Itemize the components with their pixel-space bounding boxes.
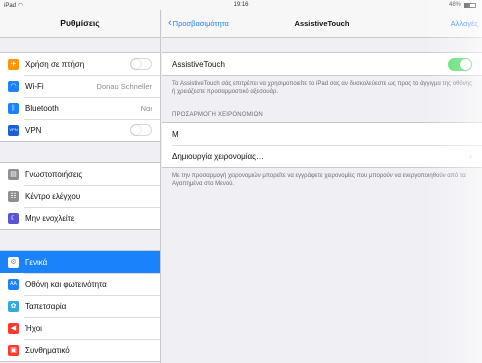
sidebar-group-connectivity: ✈ Χρήση σε πτήση ◠ Wi-Fi Donau Schneller… [0, 52, 160, 142]
create-gesture-row[interactable]: Δημιουργία χειρονομίας… › [162, 145, 482, 167]
assistivetouch-label: AssistiveTouch [172, 59, 225, 69]
bluetooth-icon: ᛒ [8, 102, 19, 114]
custom-gestures-description: Με την προσαρμογή χειρονομιών μπορείτε ν… [172, 173, 466, 187]
sidebar-item-label: Μην ενοχλείτε [25, 213, 75, 223]
notifications-icon: ▤ [8, 168, 19, 180]
settings-sidebar: Ρυθμίσεις ✈ Χρήση σε πτήση ◠ Wi-Fi Donau… [0, 10, 161, 363]
lock-icon: ▣ [8, 344, 19, 356]
status-right: 48% [449, 2, 476, 8]
sidebar-item-wifi[interactable]: ◠ Wi-Fi Donau Schneller [0, 75, 160, 97]
assistivetouch-row: AssistiveTouch [162, 53, 482, 75]
airplane-icon: ✈ [8, 58, 19, 70]
sidebar-item-label: Οθόνη και φωτεινότητα [25, 279, 107, 289]
sidebar-item-notifications[interactable]: ▤ Γνωστοποιήσεις [0, 163, 160, 185]
sidebar-item-label: Γνωστοποιήσεις [25, 169, 83, 179]
page-title: AssistiveTouch [294, 19, 350, 28]
sidebar-item-label: VPN [25, 125, 42, 135]
control-center-icon: ☷ [8, 190, 19, 202]
display-icon: AA [8, 278, 19, 290]
sidebar-item-passcode[interactable]: ▣ Συνθηματικό [0, 339, 160, 361]
moon-icon: ☾ [8, 212, 19, 224]
custom-gestures-group: M Δημιουργία χειρονομίας… › [162, 122, 482, 168]
changes-button[interactable]: Αλλαγές [451, 19, 478, 28]
sidebar-item-label: Συνθηματικό [25, 345, 70, 355]
sidebar-item-control-center[interactable]: ☷ Κέντρο ελέγχου [0, 185, 160, 207]
sidebar-group-notifications: ▤ Γνωστοποιήσεις ☷ Κέντρο ελέγχου ☾ Μην … [0, 162, 160, 230]
sidebar-item-general[interactable]: ⚙ Γενικά [0, 251, 160, 273]
vpn-icon: VPN [8, 124, 19, 136]
sidebar-item-vpn[interactable]: VPN VPN [0, 119, 160, 141]
wifi-network-value: Donau Schneller [96, 81, 152, 91]
wallpaper-icon: ✿ [8, 300, 19, 312]
sidebar-item-airplane-mode[interactable]: ✈ Χρήση σε πτήση [0, 53, 160, 75]
navigation-bar: ‹ Προσβασιμότητα AssistiveTouch Αλλαγές [162, 10, 482, 38]
sidebar-group-general: ⚙ Γενικά AA Οθόνη και φωτεινότητα ✿ Ταπε… [0, 250, 160, 362]
chevron-right-icon: › [469, 151, 472, 161]
ipad-screen: iPad ◠ 19:16 48% Ρυθμίσεις ✈ Χρήση σε πτ… [0, 0, 482, 363]
assistivetouch-group: AssistiveTouch [162, 52, 482, 76]
assistivetouch-description: Το AssistiveTouch σάς επιτρέπει να χρησι… [172, 81, 472, 95]
bluetooth-value: Ναι [140, 103, 152, 113]
sidebar-item-wallpaper[interactable]: ✿ Ταπετσαρία [0, 295, 160, 317]
sidebar-item-label: Κέντρο ελέγχου [25, 191, 81, 201]
gesture-name: M [172, 129, 179, 139]
sidebar-item-label: Ήχοι [25, 323, 42, 333]
status-bar: iPad ◠ 19:16 48% [0, 0, 482, 10]
battery-percent: 48% [448, 2, 461, 8]
status-time: 19:16 [233, 2, 249, 8]
assistivetouch-toggle[interactable] [448, 57, 472, 71]
sidebar-item-do-not-disturb[interactable]: ☾ Μην ενοχλείτε [0, 207, 160, 229]
gesture-row[interactable]: M [162, 123, 482, 145]
battery-icon [464, 2, 476, 8]
sidebar-item-label: Wi-Fi [25, 81, 44, 91]
sidebar-item-label: Χρήση σε πτήση [25, 59, 85, 69]
sidebar-item-label: Ταπετσαρία [25, 301, 67, 311]
sidebar-item-sounds[interactable]: ◀ Ήχοι [0, 317, 160, 339]
wifi-icon: ◠ [8, 80, 19, 92]
sidebar-item-label: Γενικά [25, 257, 48, 267]
sidebar-item-label: Bluetooth [25, 103, 59, 113]
sounds-icon: ◀ [8, 322, 19, 334]
detail-pane: ‹ Προσβασιμότητα AssistiveTouch Αλλαγές … [162, 10, 482, 363]
sidebar-title: Ρυθμίσεις [0, 10, 160, 38]
gear-icon: ⚙ [8, 256, 19, 268]
sidebar-item-bluetooth[interactable]: ᛒ Bluetooth Ναι [0, 97, 160, 119]
sidebar-item-display-brightness[interactable]: AA Οθόνη και φωτεινότητα [0, 273, 160, 295]
custom-gestures-header: ΠΡΟΣΑΡΜΟΓΗ ΧΕΙΡΟΝΟΜΙΩΝ [172, 112, 263, 118]
airplane-mode-toggle[interactable] [130, 58, 152, 70]
vpn-toggle[interactable] [130, 124, 152, 136]
create-gesture-label: Δημιουργία χειρονομίας… [172, 151, 265, 161]
